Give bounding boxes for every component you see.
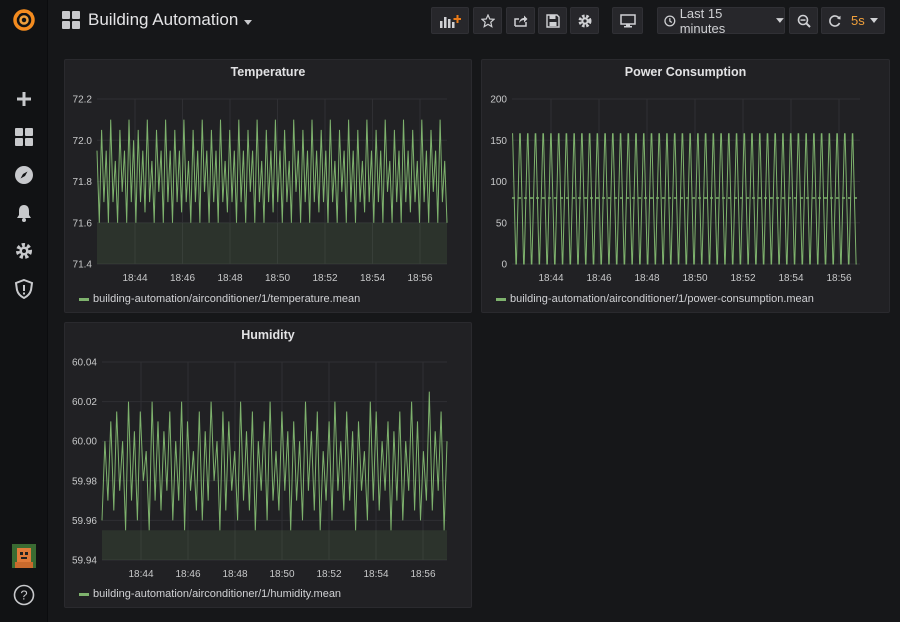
x-tick-label: 18:50 xyxy=(265,273,290,284)
x-tick-label: 18:56 xyxy=(410,569,435,580)
legend-item[interactable]: building-automation/airconditioner/1/hum… xyxy=(79,588,341,600)
x-tick-label: 18:56 xyxy=(826,273,851,284)
caret-down-icon xyxy=(776,18,784,23)
refresh-interval-label: 5s xyxy=(851,13,865,28)
y-tick-label: 71.8 xyxy=(73,177,93,188)
legend-item[interactable]: building-automation/airconditioner/1/pow… xyxy=(496,293,814,305)
x-tick-label: 18:44 xyxy=(122,273,147,284)
legend-item[interactable]: building-automation/airconditioner/1/tem… xyxy=(79,293,360,305)
dashboards-icon[interactable] xyxy=(11,124,37,150)
x-tick-label: 18:46 xyxy=(175,569,200,580)
y-tick-label: 71.4 xyxy=(73,260,93,271)
user-avatar-icon[interactable] xyxy=(11,543,37,569)
alerting-bell-icon[interactable] xyxy=(11,200,37,226)
create-plus-icon[interactable] xyxy=(11,86,37,112)
legend-swatch xyxy=(79,297,89,301)
save-icon xyxy=(545,13,560,28)
x-tick-label: 18:46 xyxy=(586,273,611,284)
y-tick-label: 60.00 xyxy=(72,437,97,448)
x-tick-label: 18:48 xyxy=(634,273,659,284)
humidity-series-line xyxy=(101,391,448,531)
x-tick-label: 18:52 xyxy=(316,569,341,580)
caret-down-icon xyxy=(244,19,253,25)
zoom-out-icon xyxy=(797,14,811,28)
share-dashboard-button[interactable] xyxy=(506,7,535,34)
y-tick-label: 71.6 xyxy=(73,218,93,229)
y-tick-label: 150 xyxy=(490,136,507,147)
zoom-out-button[interactable] xyxy=(789,7,818,34)
x-tick-label: 18:44 xyxy=(538,273,563,284)
legend-label: building-automation/airconditioner/1/pow… xyxy=(510,293,814,305)
top-navbar: Building Automation Last 15 minutes 5s xyxy=(48,0,900,48)
x-tick-label: 18:48 xyxy=(217,273,242,284)
y-tick-label: 60.02 xyxy=(72,397,97,408)
dashboard-settings-button[interactable] xyxy=(570,7,599,34)
monitor-icon xyxy=(619,13,636,27)
x-tick-label: 18:54 xyxy=(360,273,385,284)
temperature-graph[interactable]: 72.2 72.0 71.8 71.6 71.4 18:44 18:46 18:48 18:5… xyxy=(65,60,473,314)
add-panel-icon xyxy=(440,14,461,28)
y-tick-label: 59.98 xyxy=(72,476,97,487)
y-tick-label: 59.94 xyxy=(72,556,97,567)
legend-label: building-automation/airconditioner/1/hum… xyxy=(93,588,342,600)
humidity-area xyxy=(102,530,447,560)
add-panel-button[interactable] xyxy=(431,7,469,34)
x-tick-label: 18:50 xyxy=(682,273,707,284)
y-tick-label: 50 xyxy=(496,218,508,229)
sidebar: ? xyxy=(0,0,48,622)
time-range-label: Last 15 minutes xyxy=(679,5,726,36)
y-tick-label: 100 xyxy=(490,177,507,188)
y-tick-label: 200 xyxy=(490,95,507,106)
refresh-picker[interactable]: 5s xyxy=(821,7,885,34)
y-tick-label: 0 xyxy=(501,260,507,271)
clock-icon xyxy=(664,14,676,27)
star-icon xyxy=(480,13,495,28)
y-tick-label: 60.04 xyxy=(72,358,97,369)
dashboard-picker[interactable]: Building Automation xyxy=(62,10,253,30)
explore-compass-icon[interactable] xyxy=(11,162,37,188)
temperature-series-line xyxy=(96,119,448,223)
help-icon[interactable]: ? xyxy=(11,582,37,608)
x-tick-label: 18:52 xyxy=(730,273,755,284)
caret-down-icon xyxy=(869,18,878,23)
time-range-picker[interactable]: Last 15 minutes xyxy=(657,5,785,36)
view-mode-button[interactable] xyxy=(612,7,643,34)
dashboard-title: Building Automation xyxy=(88,10,239,29)
humidity-graph[interactable]: 60.04 60.02 60.00 59.98 59.96 59.94 18:44 18:4… xyxy=(65,323,473,609)
y-tick-label: 72.0 xyxy=(73,136,93,147)
x-tick-label: 18:54 xyxy=(778,273,803,284)
star-dashboard-button[interactable] xyxy=(473,7,502,34)
x-tick-label: 18:56 xyxy=(407,273,432,284)
dashboard-grid-icon xyxy=(62,11,80,29)
grafana-logo-icon[interactable] xyxy=(11,7,37,33)
svg-text:?: ? xyxy=(20,588,27,603)
share-icon xyxy=(513,15,527,27)
panel-power-consumption[interactable]: Power Consumption 200 150 100 50 0 18:44 18:4… xyxy=(481,59,890,313)
y-tick-label: 59.96 xyxy=(72,516,97,527)
x-tick-label: 18:52 xyxy=(312,273,337,284)
power-consumption-series-line xyxy=(512,133,857,265)
y-tick-label: 72.2 xyxy=(73,95,93,106)
settings-gear-icon xyxy=(578,14,591,27)
temperature-area xyxy=(97,222,447,264)
legend-label: building-automation/airconditioner/1/tem… xyxy=(93,293,361,305)
x-tick-label: 18:46 xyxy=(170,273,195,284)
panel-temperature[interactable]: Temperature 72.2 72.0 71.8 71.6 71.4 18:44 18… xyxy=(64,59,472,313)
legend-swatch xyxy=(79,592,89,596)
x-tick-label: 18:54 xyxy=(363,569,388,580)
power-consumption-graph[interactable]: 200 150 100 50 0 18:44 18:46 18:48 18:50 18:52 18… xyxy=(482,60,891,314)
configuration-gear-icon[interactable] xyxy=(11,238,37,264)
x-tick-label: 18:44 xyxy=(128,569,153,580)
server-admin-shield-icon[interactable] xyxy=(11,276,37,302)
x-tick-label: 18:50 xyxy=(269,569,294,580)
x-tick-label: 18:48 xyxy=(222,569,247,580)
legend-swatch xyxy=(496,297,506,301)
save-dashboard-button[interactable] xyxy=(538,7,567,34)
refresh-icon xyxy=(829,14,841,27)
panel-humidity[interactable]: Humidity 60.04 60.02 60.00 59.98 59.96 59.94 … xyxy=(64,322,472,608)
